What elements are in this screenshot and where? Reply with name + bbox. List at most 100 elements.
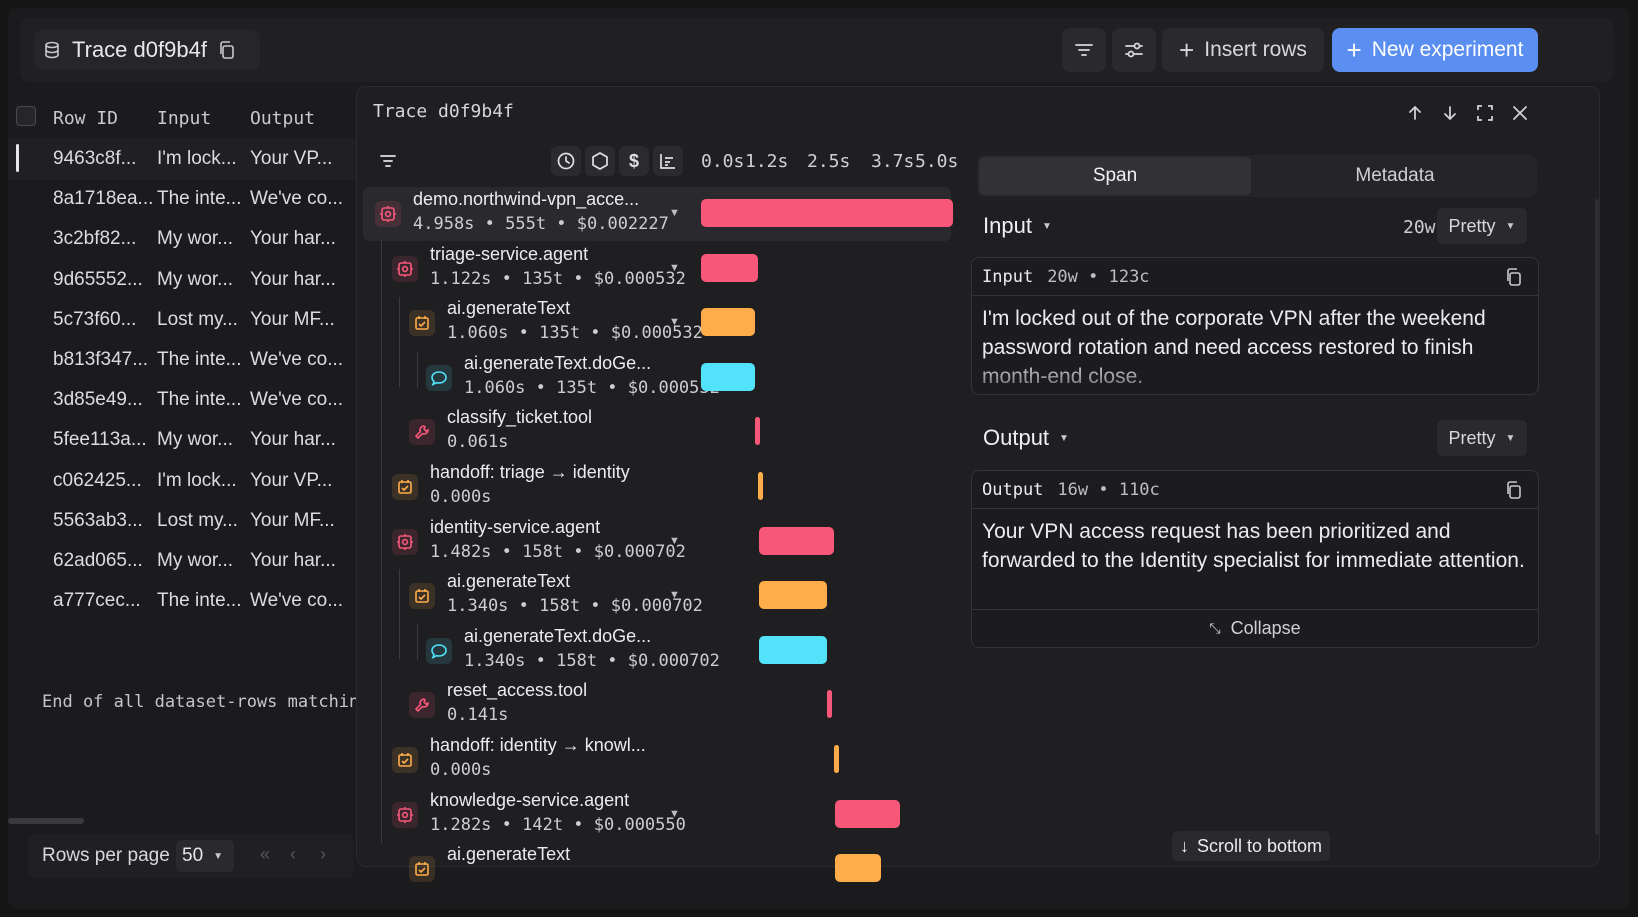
timeline-bar[interactable] (701, 253, 759, 282)
timeline-toggle[interactable] (653, 146, 683, 176)
table-row[interactable]: 5fee113a... My wor... Your har... (8, 419, 364, 461)
table-row[interactable]: b813f347... The inte... We've co... (8, 339, 364, 381)
table-row[interactable]: 62ad065... My wor... Your har... (8, 540, 364, 582)
next-row-button[interactable] (1436, 99, 1464, 127)
first-page-icon[interactable]: « (260, 844, 270, 865)
timeline-bar[interactable] (834, 745, 840, 773)
copy-icon[interactable] (217, 40, 237, 60)
timeline-bar[interactable] (758, 472, 764, 500)
output-format-select[interactable]: Pretty ▼ (1437, 420, 1527, 456)
span-row[interactable]: classify_ticket.tool 0.061s (363, 405, 951, 459)
table-row[interactable]: 3c2bf82... My wor... Your har... (8, 218, 364, 260)
timeline-bar[interactable] (754, 417, 760, 446)
output-section-toggle[interactable]: Output ▼ (983, 425, 1069, 451)
output-cell: We've co... (250, 349, 344, 370)
close-button[interactable] (1506, 99, 1534, 127)
timeline-bar[interactable] (758, 526, 835, 555)
table-row[interactable]: 5c73f60... Lost my... Your MF... (8, 299, 364, 341)
expand-caret-icon[interactable]: ▼ (669, 589, 680, 601)
rows-per-page-label: Rows per page (42, 845, 170, 866)
output-card-stats: 16w • 110c (1057, 479, 1160, 500)
timeline-bar[interactable] (701, 362, 755, 391)
output-card: Output 16w • 110c Your VPN access reques… (971, 470, 1539, 648)
arrow-up-icon (1409, 105, 1421, 120)
select-all-checkbox[interactable] (16, 106, 36, 126)
table-row[interactable]: 9463c8f... I'm lock... Your VP... (8, 138, 364, 180)
table-row[interactable]: 3d85e49... The inte... We've co... (8, 379, 364, 421)
table-row[interactable]: 8a1718ea... The inte... We've co... (8, 178, 364, 220)
span-metrics: 1.122s • 135t • $0.000532 (430, 268, 686, 289)
arrow-down-icon (1444, 106, 1456, 121)
timeline-bar[interactable] (701, 308, 755, 337)
horizontal-scrollbar[interactable] (8, 818, 84, 824)
previous-row-button[interactable] (1401, 99, 1429, 127)
tokens-toggle[interactable] (585, 146, 615, 176)
duration-toggle[interactable] (551, 146, 581, 176)
tree-filter-button[interactable] (373, 146, 403, 176)
timeline-bar[interactable] (827, 690, 833, 719)
row-id-cell: 9463c8f... (53, 148, 137, 169)
handoff-icon (392, 747, 418, 773)
timeline-bar[interactable] (758, 635, 828, 664)
cost-toggle[interactable]: $ (619, 146, 649, 176)
timeline-bar[interactable] (758, 581, 828, 610)
span-row[interactable]: knowledge-service.agent 1.282s • 142t • $… (363, 788, 951, 842)
scroll-to-bottom-button[interactable]: ↓ Scroll to bottom (1172, 831, 1331, 861)
input-text: I'm locked out of the corporate VPN afte… (982, 307, 1486, 388)
vertical-scrollbar[interactable] (1595, 199, 1599, 835)
span-row[interactable]: identity-service.agent 1.482s • 158t • $0… (363, 515, 951, 569)
timeline-bar[interactable] (835, 854, 881, 883)
input-format-select[interactable]: Pretty ▼ (1437, 208, 1527, 244)
input-cell: The inte... (157, 349, 242, 370)
generate-icon (409, 310, 435, 337)
filter-button[interactable] (1062, 28, 1106, 72)
span-row[interactable]: ai.generateText (363, 842, 951, 896)
new-experiment-button[interactable]: + New experiment (1332, 28, 1538, 72)
tool-icon (409, 419, 435, 446)
span-name: handoff: identity → knowl... (430, 735, 646, 755)
column-header-output[interactable]: Output (250, 108, 315, 138)
table-row[interactable]: a777cec... The inte... We've co... (8, 580, 364, 622)
span-row[interactable]: ai.generateText.doGe... 1.060s • 135t • $… (363, 351, 951, 405)
input-section-toggle[interactable]: Input ▼ (983, 213, 1052, 239)
span-row[interactable]: demo.northwind-vpn_acce... 4.958s • 555t … (363, 187, 953, 241)
tab-metadata[interactable]: Metadata (1255, 157, 1535, 195)
table-row[interactable]: 5563ab3... Lost my... Your MF... (8, 500, 364, 542)
view-settings-button[interactable] (1112, 28, 1156, 72)
dataset-title-tag[interactable]: Trace d0f9b4f (34, 30, 260, 70)
collapse-button[interactable]: ⤡ Collapse (972, 609, 1538, 647)
dollar-icon: $ (628, 150, 639, 171)
expand-button[interactable] (1471, 99, 1499, 127)
tab-span[interactable]: Span (979, 157, 1251, 195)
copy-icon[interactable] (1504, 267, 1524, 287)
expand-caret-icon[interactable]: ▼ (669, 535, 680, 547)
span-metrics: 0.141s (447, 705, 509, 726)
timeline-bar[interactable] (835, 799, 901, 828)
input-section-title: Input (983, 213, 1032, 238)
output-cell: We've co... (250, 590, 344, 612)
table-row[interactable]: 9d65552... My wor... Your har... (8, 259, 364, 301)
expand-caret-icon[interactable]: ▼ (669, 207, 680, 219)
span-row[interactable]: ai.generateText.doGe... 1.340s • 158t • $… (363, 624, 951, 678)
span-row[interactable]: handoff: identity → knowl... 0.000s (363, 733, 951, 787)
table-row[interactable]: c062425... I'm lock... Your VP... (8, 460, 364, 502)
next-page-icon[interactable]: › (320, 844, 326, 865)
column-header-input[interactable]: Input (157, 108, 211, 138)
input-cell: The inte... (157, 590, 242, 612)
rows-per-page-select[interactable]: 50 ▼ (176, 840, 234, 872)
span-row[interactable]: ai.generateText 1.060s • 135t • $0.000532… (363, 296, 951, 350)
timeline-icon (660, 154, 675, 169)
column-header-row-id[interactable]: Row ID (53, 108, 118, 138)
insert-rows-button[interactable]: + Insert rows (1162, 28, 1324, 72)
expand-caret-icon[interactable]: ▼ (669, 262, 680, 274)
output-cell: Your har... (250, 550, 336, 571)
span-row[interactable]: triage-service.agent 1.122s • 135t • $0.0… (363, 242, 951, 296)
span-row[interactable]: ai.generateText 1.340s • 158t • $0.000702… (363, 569, 951, 623)
copy-icon[interactable] (1504, 480, 1524, 500)
span-row[interactable]: handoff: triage → identity 0.000s (363, 460, 951, 514)
span-row[interactable]: reset_access.tool 0.141s (363, 678, 951, 732)
previous-page-icon[interactable]: ‹ (290, 844, 296, 865)
expand-caret-icon[interactable]: ▼ (669, 808, 680, 820)
timeline-bar[interactable] (701, 199, 953, 227)
expand-caret-icon[interactable]: ▼ (669, 316, 680, 328)
